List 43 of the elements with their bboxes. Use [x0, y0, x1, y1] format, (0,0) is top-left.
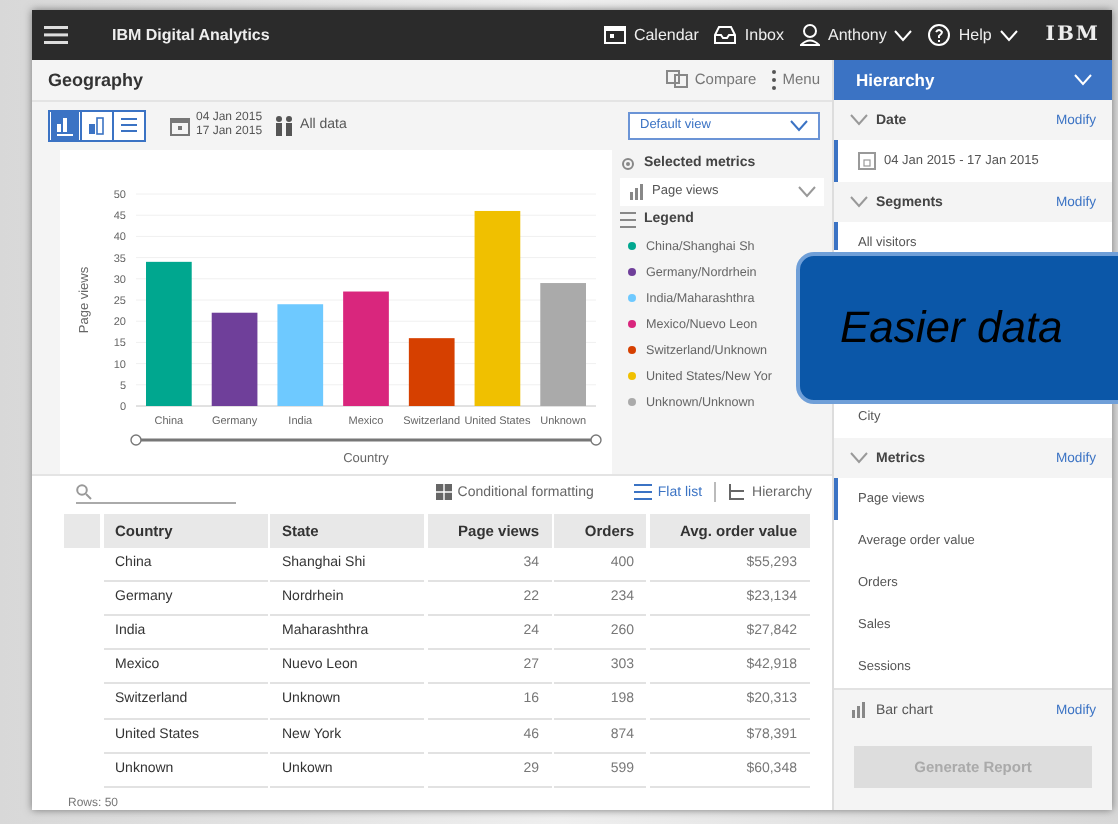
bar-chart-icon	[628, 183, 644, 200]
chevron-icon	[850, 114, 868, 126]
chevron-icon	[790, 119, 808, 132]
inbox-icon	[714, 26, 737, 44]
calendar-icon	[170, 115, 190, 136]
chevron-icon	[798, 185, 816, 198]
search-field[interactable]	[76, 481, 236, 504]
menu-icon[interactable]	[44, 26, 68, 44]
view-toggle[interactable]	[50, 111, 82, 140]
bar	[211, 312, 258, 406]
help-icon	[928, 24, 951, 46]
nav-link[interactable]: Anthony	[799, 24, 913, 46]
chevron-icon	[1074, 74, 1092, 86]
chevron-icon	[850, 452, 868, 464]
panel-header[interactable]: Hierarchy	[834, 60, 1112, 100]
nav-link[interactable]: Help	[928, 24, 1018, 46]
report-title: Geography	[48, 69, 146, 90]
chevron-icon	[850, 196, 868, 208]
nav-link[interactable]: Inbox	[714, 26, 784, 44]
bar-chart-icon	[850, 702, 868, 718]
chevron-icon	[999, 29, 1018, 41]
list-icon	[633, 484, 652, 501]
more-icon	[772, 69, 777, 90]
nav-link[interactable]: Calendar	[603, 26, 699, 44]
people-icon	[274, 115, 295, 136]
bar	[408, 337, 455, 406]
logo: IBM	[1045, 24, 1100, 46]
user-icon	[799, 24, 820, 46]
app-title: IBM Digital Analytics	[112, 26, 272, 44]
bar	[540, 282, 586, 406]
list-icon	[620, 211, 636, 228]
tree-icon	[728, 484, 747, 501]
range-slider[interactable]	[130, 433, 602, 446]
grid-icon	[435, 484, 452, 501]
calendar-icon	[858, 152, 876, 170]
search-icon	[76, 483, 92, 500]
calendar-icon	[603, 26, 626, 44]
compare-icon	[666, 70, 689, 89]
callout-banner: Easier data	[796, 252, 1118, 404]
metrics-icon	[620, 155, 636, 172]
bar	[277, 303, 324, 406]
chevron-icon	[894, 29, 913, 41]
bar	[343, 291, 389, 406]
